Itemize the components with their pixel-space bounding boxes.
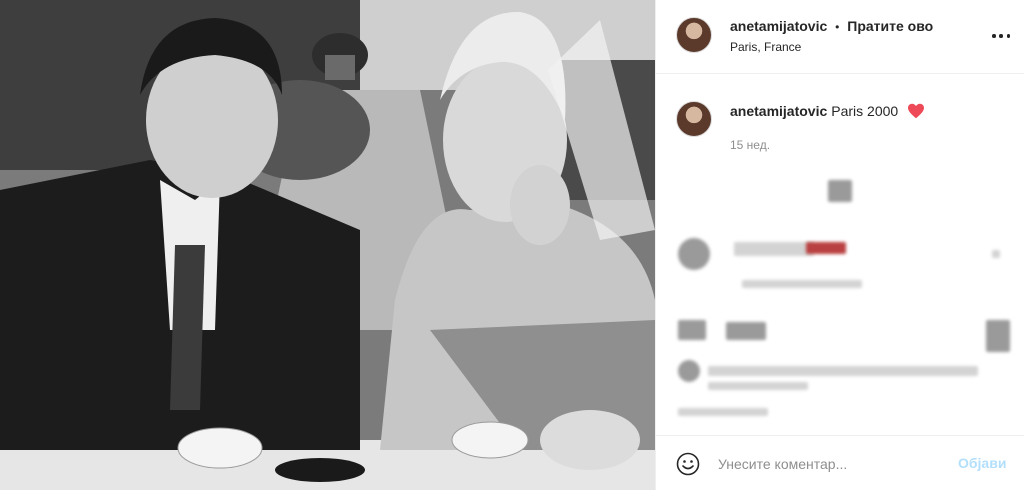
post-header: anetamijatovic • Пратите ово Paris, Fran…	[656, 0, 1024, 74]
post-photo[interactable]	[0, 0, 655, 490]
emoji-icon[interactable]	[676, 452, 700, 476]
post-comment-button[interactable]: Објави	[958, 455, 1006, 471]
post-sidebar: anetamijatovic • Пратите ово Paris, Fran…	[655, 0, 1024, 490]
caption-avatar[interactable]	[676, 101, 712, 137]
caption-username[interactable]: anetamijatovic	[730, 103, 827, 119]
header-line: anetamijatovic • Пратите ово	[730, 18, 933, 34]
photo-illustration	[0, 0, 655, 490]
follow-button[interactable]: Пратите ово	[847, 18, 933, 34]
more-options-icon[interactable]	[992, 27, 1010, 45]
comment-input[interactable]	[718, 450, 948, 478]
comment-bar: Објави	[656, 435, 1024, 490]
separator-dot: •	[835, 20, 840, 34]
post-timestamp: 15 нед.	[730, 138, 771, 152]
caption: anetamijatovic Paris 2000	[730, 103, 925, 119]
heart-icon	[908, 103, 925, 119]
avatar[interactable]	[676, 17, 712, 53]
location-link[interactable]: Paris, France	[730, 40, 801, 54]
caption-text: Paris 2000	[831, 103, 899, 119]
username-link[interactable]: anetamijatovic	[730, 18, 827, 34]
